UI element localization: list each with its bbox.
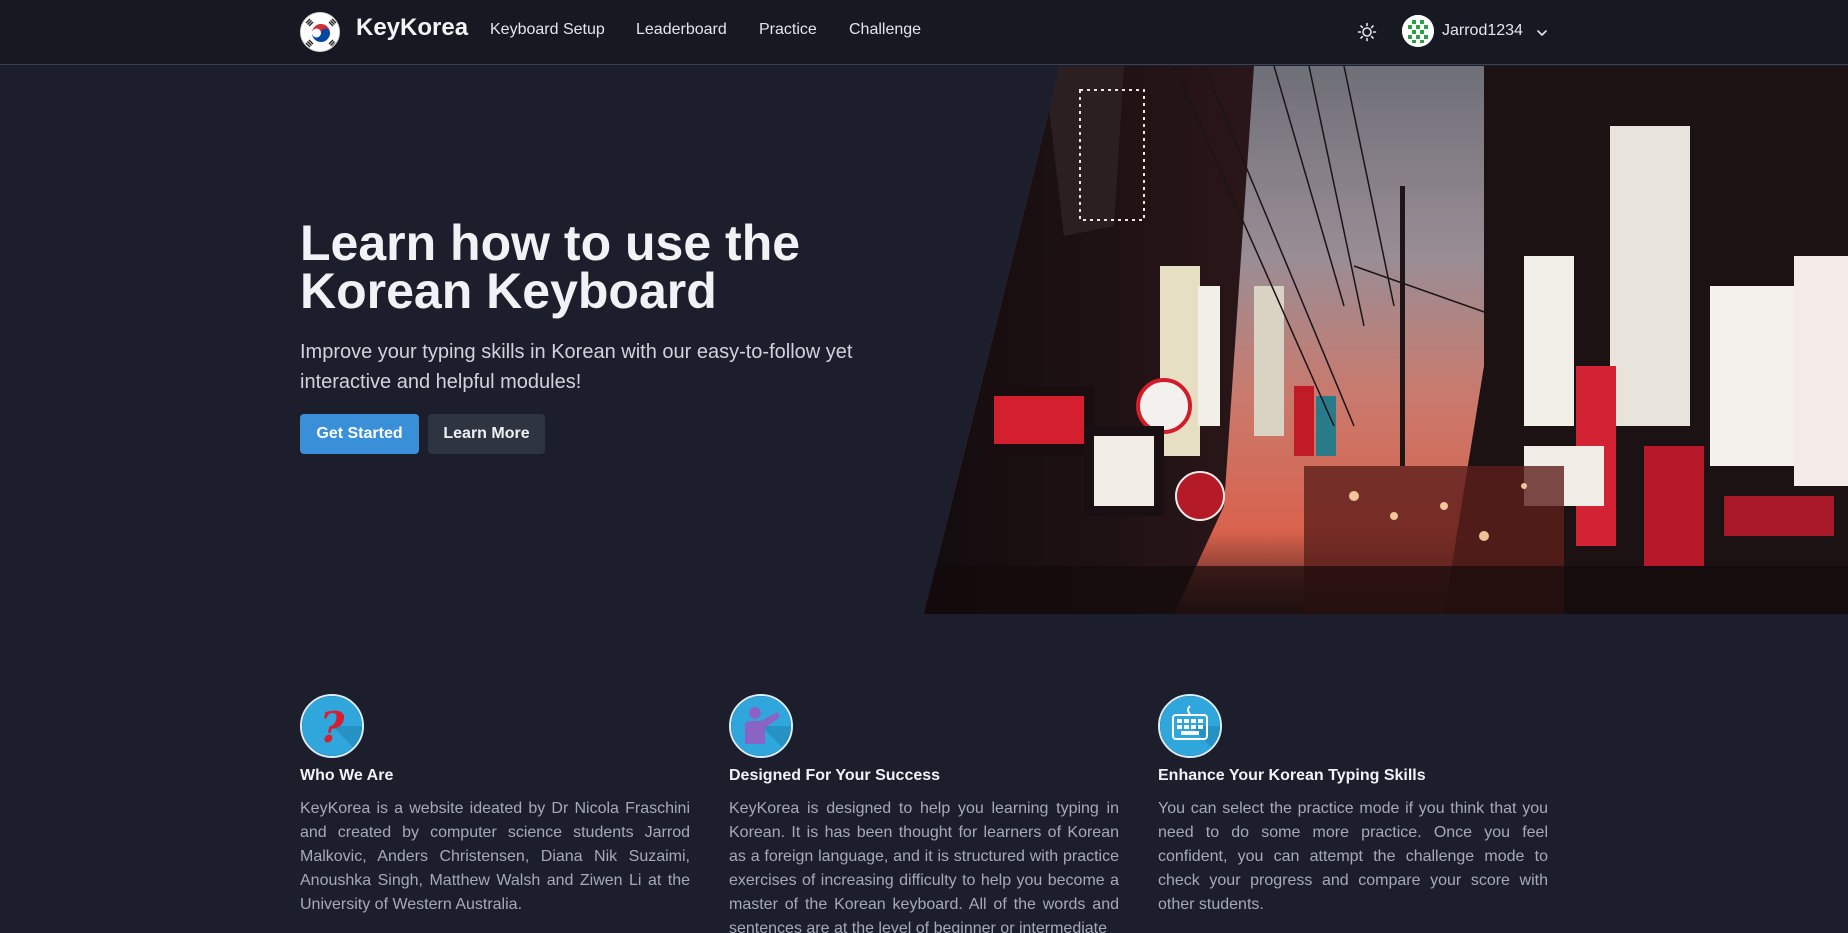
feature-title: Designed For Your Success bbox=[729, 767, 941, 784]
top-navbar: KeyKorea Keyboard Setup Leaderboard Prac… bbox=[0, 0, 1848, 65]
keyboard-icon bbox=[1158, 694, 1222, 758]
learn-more-button[interactable]: Learn More bbox=[428, 414, 545, 454]
avatar[interactable] bbox=[1402, 15, 1434, 47]
feature-text: You can select the practice mode if you … bbox=[1158, 800, 1548, 913]
sun-icon[interactable] bbox=[1356, 21, 1378, 43]
brand-name[interactable]: KeyKorea bbox=[356, 14, 468, 42]
question-mark-icon: ? bbox=[300, 694, 364, 758]
nav-link-leaderboard[interactable]: Leaderboard bbox=[636, 21, 727, 39]
korean-flag-logo-icon[interactable] bbox=[300, 12, 340, 52]
hero-title: Learn how to use the Korean Keyboard bbox=[300, 215, 920, 319]
nav-link-challenge[interactable]: Challenge bbox=[849, 21, 921, 39]
hero-street-image bbox=[924, 66, 1848, 614]
svg-text:?: ? bbox=[320, 703, 345, 752]
get-started-button[interactable]: Get Started bbox=[300, 414, 419, 454]
nav-link-practice[interactable]: Practice bbox=[759, 21, 817, 39]
feature-title: Who We Are bbox=[300, 767, 394, 784]
nav-link-keyboard-setup[interactable]: Keyboard Setup bbox=[490, 21, 605, 39]
user-menu[interactable]: Jarrod1234 bbox=[1402, 14, 1548, 50]
chevron-down-icon[interactable] bbox=[1536, 26, 1548, 38]
hero-subtitle: Improve your typing skills in Korean wit… bbox=[300, 341, 853, 393]
feature-text: KeyKorea is a website ideated by Dr Nico… bbox=[300, 800, 690, 913]
hero-title-line-2: Korean Keyboard bbox=[300, 263, 717, 319]
teacher-icon bbox=[729, 694, 793, 758]
feature-title: Enhance Your Korean Typing Skills bbox=[1158, 767, 1426, 784]
feature-text: KeyKorea is designed to help you learnin… bbox=[729, 800, 1119, 933]
hero-title-line-1: Learn how to use the bbox=[300, 215, 801, 271]
username-label[interactable]: Jarrod1234 bbox=[1442, 22, 1523, 40]
